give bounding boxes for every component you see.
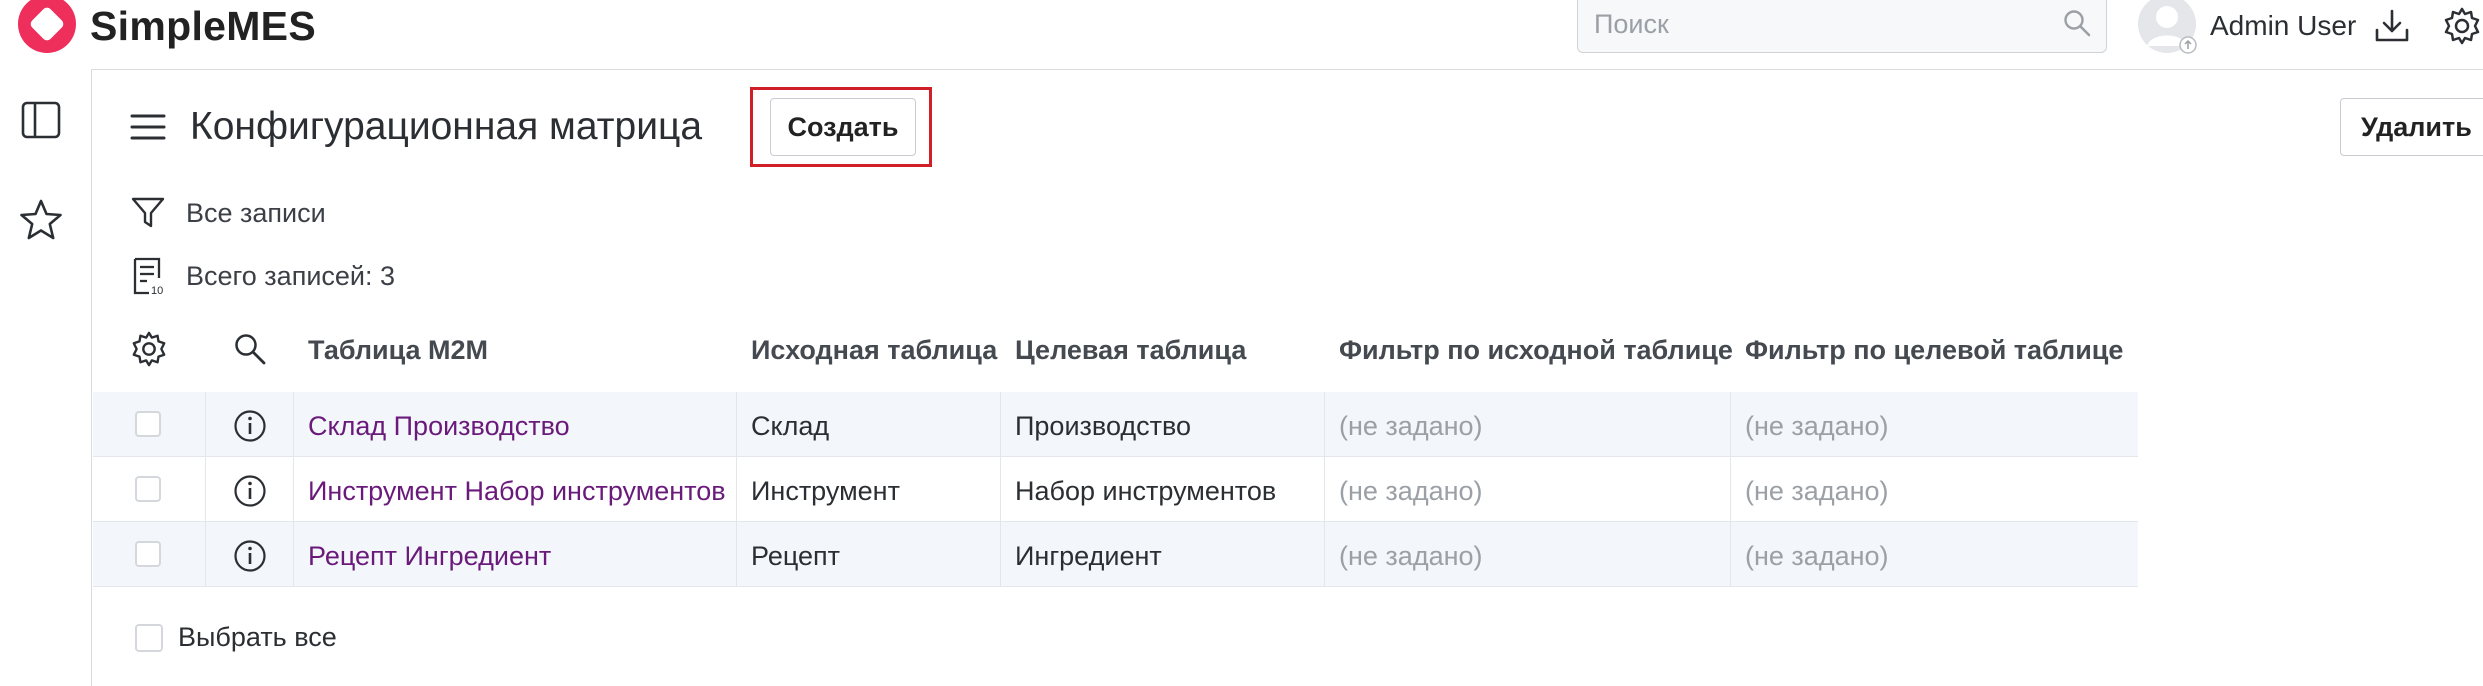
- search-input[interactable]: [1592, 2, 2036, 46]
- record-count-icon: 10: [133, 257, 163, 296]
- svg-text:10: 10: [151, 285, 163, 296]
- column-header-source[interactable]: Исходная таблица: [751, 330, 997, 370]
- row-target-filter: (не задано): [1745, 541, 1889, 571]
- info-icon[interactable]: [233, 409, 267, 443]
- row-source: Инструмент: [751, 476, 900, 506]
- row-target-filter: (не задано): [1745, 411, 1889, 441]
- panel-toggle-icon[interactable]: [20, 100, 62, 140]
- global-search: [1577, 0, 2107, 53]
- row-checkbox[interactable]: [135, 541, 161, 567]
- download-icon[interactable]: [2374, 8, 2410, 44]
- record-count: Всего записей: 3: [186, 261, 396, 291]
- avatar[interactable]: [2137, 0, 2197, 54]
- row-divider: [93, 586, 2138, 587]
- row-checkbox[interactable]: [135, 476, 161, 502]
- side-rail: [0, 69, 92, 686]
- create-button[interactable]: Создать: [770, 98, 916, 156]
- column-divider: [293, 392, 294, 586]
- row-source-filter: (не задано): [1339, 541, 1483, 571]
- row-divider: [93, 456, 2138, 457]
- column-header-target[interactable]: Целевая таблица: [1015, 330, 1246, 370]
- app-name[interactable]: SimpleMES: [90, 0, 316, 52]
- search-icon[interactable]: [2062, 8, 2092, 38]
- row-source: Рецепт: [751, 541, 841, 571]
- select-all-label[interactable]: Выбрать все: [178, 620, 337, 654]
- filter-label[interactable]: Все записи: [186, 196, 326, 230]
- select-all-checkbox[interactable]: [135, 624, 163, 652]
- page-title: Конфигурационная матрица: [190, 105, 703, 148]
- info-icon[interactable]: [233, 539, 267, 573]
- top-bar: [0, 0, 2483, 70]
- row-target: Ингредиент: [1015, 541, 1162, 571]
- filter-icon[interactable]: [130, 196, 166, 230]
- row-source: Склад: [751, 411, 830, 441]
- row-target: Производство: [1015, 411, 1192, 441]
- row-target: Набор инструментов: [1015, 476, 1277, 506]
- column-divider: [1730, 392, 1731, 586]
- column-divider: [205, 392, 206, 586]
- row-m2m-link[interactable]: Инструмент Набор инструментов: [308, 473, 726, 509]
- star-icon[interactable]: [18, 198, 64, 242]
- row-checkbox[interactable]: [135, 411, 161, 437]
- column-divider: [1000, 392, 1001, 586]
- row-divider: [93, 521, 2138, 522]
- row-m2m-link[interactable]: Рецепт Ингредиент: [308, 538, 551, 574]
- column-divider: [736, 392, 737, 586]
- row-m2m-link[interactable]: Склад Производство: [308, 408, 570, 444]
- column-header-source-filter[interactable]: Фильтр по исходной таблице: [1339, 330, 1733, 370]
- column-divider: [1324, 392, 1325, 586]
- column-header-target-filter[interactable]: Фильтр по целевой таблице: [1745, 330, 2123, 370]
- table-search-icon[interactable]: [233, 332, 267, 366]
- table-settings-icon[interactable]: [130, 330, 168, 368]
- menu-icon[interactable]: [130, 112, 166, 142]
- info-icon[interactable]: [233, 474, 267, 508]
- row-source-filter: (не задано): [1339, 476, 1483, 506]
- logo-icon[interactable]: [18, 0, 76, 53]
- delete-button[interactable]: Удалить: [2340, 98, 2483, 156]
- column-header-m2m[interactable]: Таблица M2M: [308, 330, 488, 370]
- gear-icon[interactable]: [2442, 6, 2482, 46]
- user-name[interactable]: Admin User: [2210, 8, 2356, 44]
- row-source-filter: (не задано): [1339, 411, 1483, 441]
- row-target-filter: (не задано): [1745, 476, 1889, 506]
